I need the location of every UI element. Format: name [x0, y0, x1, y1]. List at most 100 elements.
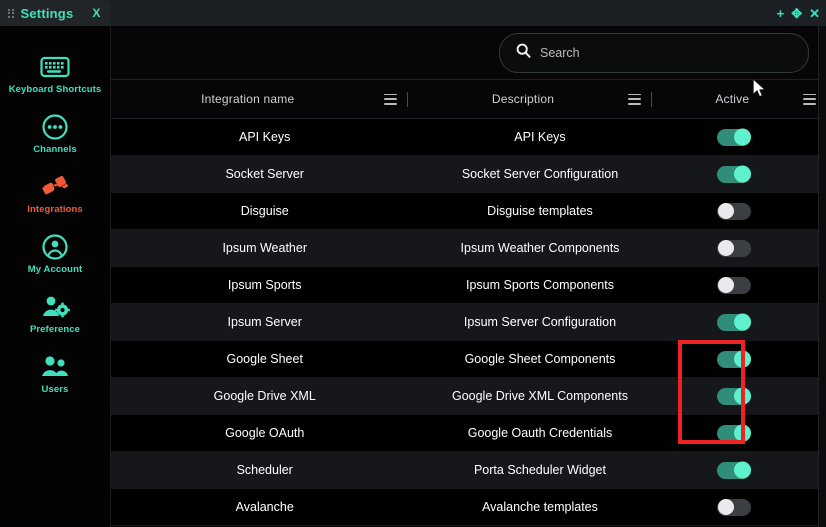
cell-active: [662, 314, 826, 331]
table-row[interactable]: Google SheetGoogle Sheet Components: [111, 341, 826, 378]
column-menu-icon[interactable]: [628, 94, 641, 105]
sidebar-item-channels[interactable]: Channels: [0, 112, 110, 155]
cell-integration-name: Disguise: [111, 204, 418, 218]
cell-active: [662, 277, 826, 294]
table-row[interactable]: AvalancheAvalanche templates: [111, 489, 826, 526]
active-toggle[interactable]: [717, 129, 751, 146]
toggle-knob: [734, 425, 751, 442]
search-placeholder: Search: [540, 46, 580, 60]
tab-settings[interactable]: Settings X: [0, 0, 110, 26]
cell-integration-name: Scheduler: [111, 463, 418, 477]
drag-handle-icon[interactable]: [8, 9, 14, 18]
add-icon[interactable]: +: [777, 7, 785, 20]
cell-active: [662, 351, 826, 368]
column-divider[interactable]: [407, 92, 408, 107]
user-gear-icon: [40, 292, 70, 322]
cell-description: Google Sheet Components: [418, 352, 661, 366]
active-toggle[interactable]: [717, 388, 751, 405]
toggle-knob: [734, 462, 751, 479]
move-icon[interactable]: ✥: [791, 7, 802, 20]
sidebar-item-users-label: Users: [42, 384, 69, 395]
active-toggle[interactable]: [717, 314, 751, 331]
sidebar-item-my-account[interactable]: My Account: [0, 232, 110, 275]
column-divider[interactable]: [651, 92, 652, 107]
table-row[interactable]: Ipsum WeatherIpsum Weather Components: [111, 230, 826, 267]
active-toggle[interactable]: [717, 203, 751, 220]
table-row[interactable]: Google Drive XMLGoogle Drive XML Compone…: [111, 378, 826, 415]
cell-integration-name: Google Sheet: [111, 352, 418, 366]
cell-integration-name: Ipsum Weather: [111, 241, 418, 255]
active-toggle[interactable]: [717, 499, 751, 516]
sidebar-item-preference-label: Preference: [30, 324, 80, 335]
table-row[interactable]: Socket ServerSocket Server Configuration: [111, 156, 826, 193]
sidebar-item-my-account-label: My Account: [28, 264, 82, 275]
sidebar-item-integrations-label: Integrations: [27, 204, 83, 215]
sidebar-item-users[interactable]: Users: [0, 352, 110, 395]
table-row[interactable]: Google OAuthGoogle Oauth Credentials: [111, 415, 826, 452]
integrations-table: Integration name Description Active AP: [111, 79, 826, 527]
active-toggle[interactable]: [717, 351, 751, 368]
active-toggle[interactable]: [717, 166, 751, 183]
toggle-knob: [734, 351, 751, 368]
cell-description: Google Oauth Credentials: [418, 426, 661, 440]
toggle-knob: [718, 240, 734, 256]
table-body: API KeysAPI KeysSocket ServerSocket Serv…: [111, 119, 826, 527]
table-row[interactable]: Ipsum SportsIpsum Sports Components: [111, 267, 826, 304]
sidebar-item-preference[interactable]: Preference: [0, 292, 110, 335]
chat-dots-icon: [40, 112, 70, 142]
window-body: Keyboard Shortcuts Channels: [0, 26, 826, 527]
column-menu-icon[interactable]: [803, 94, 816, 105]
keyboard-icon: [40, 52, 70, 82]
column-header-description-label: Description: [418, 92, 627, 106]
cell-integration-name: Google OAuth: [111, 426, 418, 440]
search-icon: [516, 43, 531, 63]
cell-active: [662, 388, 826, 405]
cell-description: API Keys: [418, 130, 661, 144]
active-toggle[interactable]: [717, 425, 751, 442]
cell-integration-name: Google Drive XML: [111, 389, 418, 403]
cell-description: Avalanche templates: [418, 500, 661, 514]
tab-settings-label: Settings: [21, 6, 74, 21]
column-header-description: Description: [418, 80, 661, 118]
table-row[interactable]: Ipsum ServerIpsum Server Configuration: [111, 304, 826, 341]
puzzle-icon: [40, 172, 70, 202]
cell-integration-name: Avalanche: [111, 500, 418, 514]
sidebar: Keyboard Shortcuts Channels: [0, 26, 111, 527]
column-menu-icon[interactable]: [384, 94, 397, 105]
close-icon[interactable]: ✕: [809, 7, 820, 20]
integrations-panel: Search Integration name Description: [111, 26, 826, 527]
active-toggle[interactable]: [717, 277, 751, 294]
search-input[interactable]: Search: [499, 33, 809, 73]
window-controls: + ✥ ✕: [777, 0, 820, 26]
sidebar-item-keyboard-shortcuts[interactable]: Keyboard Shortcuts: [0, 52, 110, 95]
cell-description: Disguise templates: [418, 204, 661, 218]
cell-active: [662, 462, 826, 479]
search-row: Search: [111, 26, 826, 79]
table-row[interactable]: API KeysAPI Keys: [111, 119, 826, 156]
title-bar: Settings X + ✥ ✕: [0, 0, 826, 26]
sidebar-item-integrations[interactable]: Integrations: [0, 172, 110, 215]
active-toggle[interactable]: [717, 240, 751, 257]
user-circle-icon: [40, 232, 70, 262]
column-header-name: Integration name: [111, 80, 418, 118]
settings-window: Settings X + ✥ ✕: [0, 0, 826, 527]
cell-description: Socket Server Configuration: [418, 167, 661, 181]
tab-close-button[interactable]: X: [92, 6, 100, 20]
table-header-row: Integration name Description Active: [111, 80, 826, 119]
active-toggle[interactable]: [717, 462, 751, 479]
cell-integration-name: Socket Server: [111, 167, 418, 181]
cell-active: [662, 499, 826, 516]
cell-active: [662, 203, 826, 220]
toggle-knob: [718, 203, 734, 219]
toggle-knob: [734, 314, 751, 331]
cell-active: [662, 166, 826, 183]
right-edge-strip: [818, 26, 826, 527]
table-row[interactable]: SchedulerPorta Scheduler Widget: [111, 452, 826, 489]
toggle-knob: [718, 277, 734, 293]
toggle-knob: [734, 166, 751, 183]
cell-active: [662, 240, 826, 257]
table-row[interactable]: DisguiseDisguise templates: [111, 193, 826, 230]
toggle-knob: [718, 499, 734, 515]
cell-integration-name: Ipsum Sports: [111, 278, 418, 292]
cell-description: Ipsum Sports Components: [418, 278, 661, 292]
